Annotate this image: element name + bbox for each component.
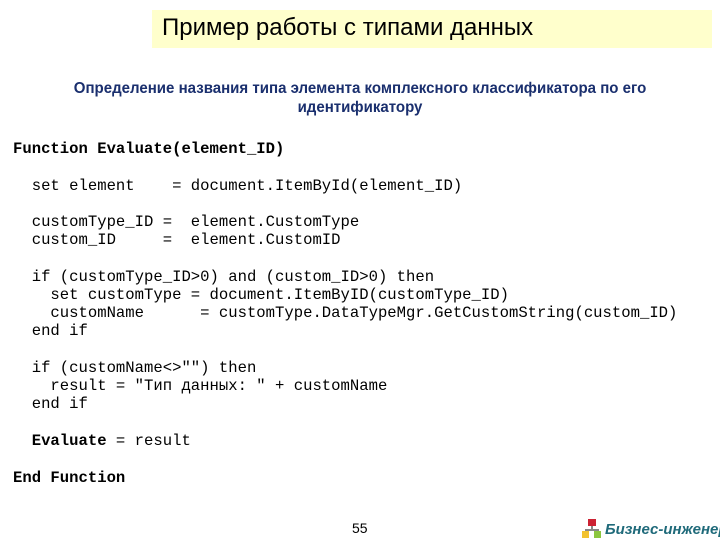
code-line: end if <box>13 395 88 413</box>
code-line: end if <box>13 322 88 340</box>
code-line: customType_ID = element.CustomType <box>13 213 360 231</box>
subtitle-line-2: идентификатору <box>297 99 423 116</box>
code-block: Function Evaluate(element_ID) set elemen… <box>13 140 677 487</box>
code-line: set customType = document.ItemByID(custo… <box>13 286 509 304</box>
slide-subtitle: Определение названия типа элемента компл… <box>22 79 699 117</box>
logo-text: Бизнес-инженер <box>605 520 720 538</box>
code-line: set element = document.ItemById(element_… <box>13 177 463 195</box>
code-line: if (customType_ID>0) and (custom_ID>0) t… <box>13 268 435 286</box>
code-line: customName = customType.DataTypeMgr.GetC… <box>13 304 678 322</box>
code-line: custom_ID = element.CustomID <box>13 231 341 249</box>
code-line-function-header: Function Evaluate(element_ID) <box>13 140 285 158</box>
page-number: 55 <box>352 520 368 536</box>
title-bar: Пример работы с типами данных <box>152 10 712 48</box>
slide-title: Пример работы с типами данных <box>162 14 534 41</box>
org-chart-icon <box>582 519 602 539</box>
subtitle-line-1: Определение названия типа элемента компл… <box>73 80 647 97</box>
evaluate-assign-rest: = result <box>106 432 191 450</box>
code-line-end-function: End Function <box>13 469 126 487</box>
code-line: result = "Тип данных: " + customName <box>13 377 388 395</box>
company-logo: Бизнес-инженер <box>582 519 720 539</box>
code-line: if (customName<>"") then <box>13 359 257 377</box>
code-line-evaluate-assign: Evaluate = result <box>13 432 191 450</box>
evaluate-keyword: Evaluate <box>13 432 107 450</box>
